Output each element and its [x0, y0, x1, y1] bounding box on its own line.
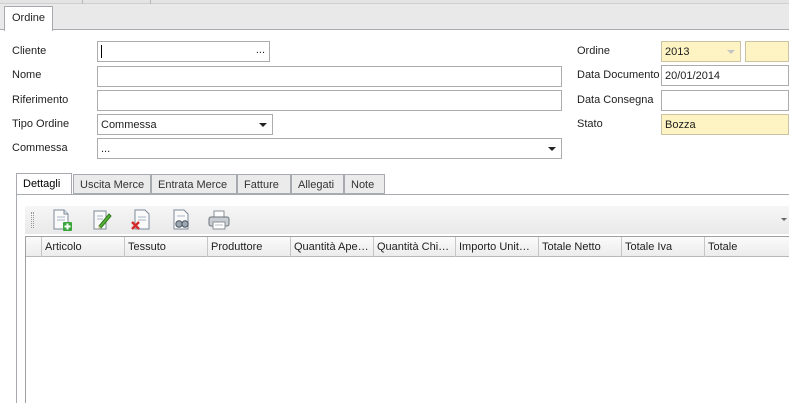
delete-document-icon[interactable] — [129, 208, 155, 232]
view-document-icon[interactable] — [168, 208, 194, 232]
stato-label: Stato — [577, 118, 603, 130]
ordine-year-select[interactable]: 2013 — [661, 41, 741, 62]
edit-document-icon[interactable] — [89, 208, 115, 232]
tab-allegati[interactable]: Allegati — [291, 174, 344, 194]
details-grid[interactable] — [25, 236, 789, 403]
column-header-label: Totale — [708, 241, 738, 253]
tab-entrata-merce-label: Entrata Merce — [158, 179, 228, 191]
tab-fatture-label: Fatture — [244, 179, 279, 191]
cliente-label: Cliente — [12, 45, 47, 57]
chevron-down-icon[interactable] — [259, 123, 267, 127]
column-header-label: Quantità Chi… — [377, 241, 450, 253]
column-header-totale[interactable]: Totale — [705, 237, 789, 257]
new-document-icon[interactable] — [49, 208, 75, 232]
tabs-baseline — [16, 194, 789, 195]
column-header-label: Articolo — [45, 241, 82, 253]
chevron-down-icon[interactable] — [548, 147, 556, 151]
tab-fatture[interactable]: Fatture — [237, 174, 291, 194]
column-header-label: Produttore — [211, 241, 263, 253]
ordine-label: Ordine — [577, 45, 611, 57]
chevron-down-icon[interactable] — [727, 50, 735, 54]
tipo-ordine-select[interactable]: Commessa — [97, 114, 273, 135]
commessa-value: ... — [101, 143, 111, 155]
ordine-number-field[interactable] — [745, 41, 789, 62]
column-header-importo-unitario[interactable]: Importo Unit… — [456, 237, 539, 257]
column-header-totale-netto[interactable]: Totale Netto — [539, 237, 622, 257]
tab-uscita-merce[interactable]: Uscita Merce — [73, 174, 151, 194]
nome-label: Nome — [12, 69, 42, 81]
cliente-lookup-button[interactable]: ... — [256, 44, 265, 56]
riferimento-field[interactable] — [97, 90, 562, 111]
text-caret — [101, 45, 102, 58]
ordine-year-value: 2013 — [665, 46, 690, 58]
column-header-label: Totale Netto — [542, 241, 601, 253]
data-consegna-field[interactable] — [661, 90, 789, 111]
column-header-tessuto[interactable]: Tessuto — [125, 237, 208, 257]
column-header-label: Tessuto — [128, 241, 166, 253]
tab-note-label: Note — [351, 179, 375, 191]
data-consegna-label: Data Consegna — [577, 94, 654, 106]
tab-ordine-label: Ordine — [12, 12, 46, 24]
tab-dettagli[interactable]: Dettagli — [16, 173, 72, 194]
stato-value: Bozza — [665, 119, 696, 131]
tab-entrata-merce[interactable]: Entrata Merce — [151, 174, 237, 194]
tab-pane-border — [16, 194, 17, 403]
toolbar-grip[interactable] — [31, 212, 34, 228]
stato-field[interactable]: Bozza — [661, 114, 789, 135]
toolbar-options-chevron-icon[interactable] — [781, 218, 787, 221]
column-header-quantita-aperta[interactable]: Quantità Ape… — [291, 237, 374, 257]
tab-uscita-merce-label: Uscita Merce — [80, 179, 145, 191]
tipo-ordine-label: Tipo Ordine — [12, 118, 70, 130]
document-tab-strip — [0, 4, 789, 30]
column-header-label: Quantità Ape… — [294, 241, 369, 253]
data-documento-field[interactable]: 20/01/2014 — [661, 65, 789, 86]
riferimento-label: Riferimento — [12, 94, 69, 106]
column-header-articolo[interactable]: Articolo — [42, 237, 125, 257]
cliente-field[interactable]: ... — [97, 41, 270, 62]
column-header-label: Totale Iva — [625, 241, 673, 253]
tab-dettagli-label: Dettagli — [23, 178, 61, 190]
tab-allegati-label: Allegati — [298, 179, 335, 191]
column-header-quantita-chiusa[interactable]: Quantità Chi… — [374, 237, 456, 257]
row-indicator-header — [26, 237, 42, 257]
column-header-totale-iva[interactable]: Totale Iva — [622, 237, 705, 257]
nome-field[interactable] — [97, 66, 562, 87]
print-icon[interactable] — [206, 208, 232, 232]
data-documento-label: Data Documento — [577, 69, 660, 81]
commessa-select[interactable]: ... — [97, 138, 562, 159]
tipo-ordine-value: Commessa — [101, 119, 157, 131]
column-header-produttore[interactable]: Produttore — [208, 237, 291, 257]
column-header-label: Importo Unit… — [459, 241, 530, 253]
commessa-label: Commessa — [12, 142, 68, 154]
data-documento-value: 20/01/2014 — [665, 70, 721, 82]
tab-note[interactable]: Note — [344, 174, 385, 194]
tab-ordine[interactable]: Ordine — [4, 6, 53, 31]
